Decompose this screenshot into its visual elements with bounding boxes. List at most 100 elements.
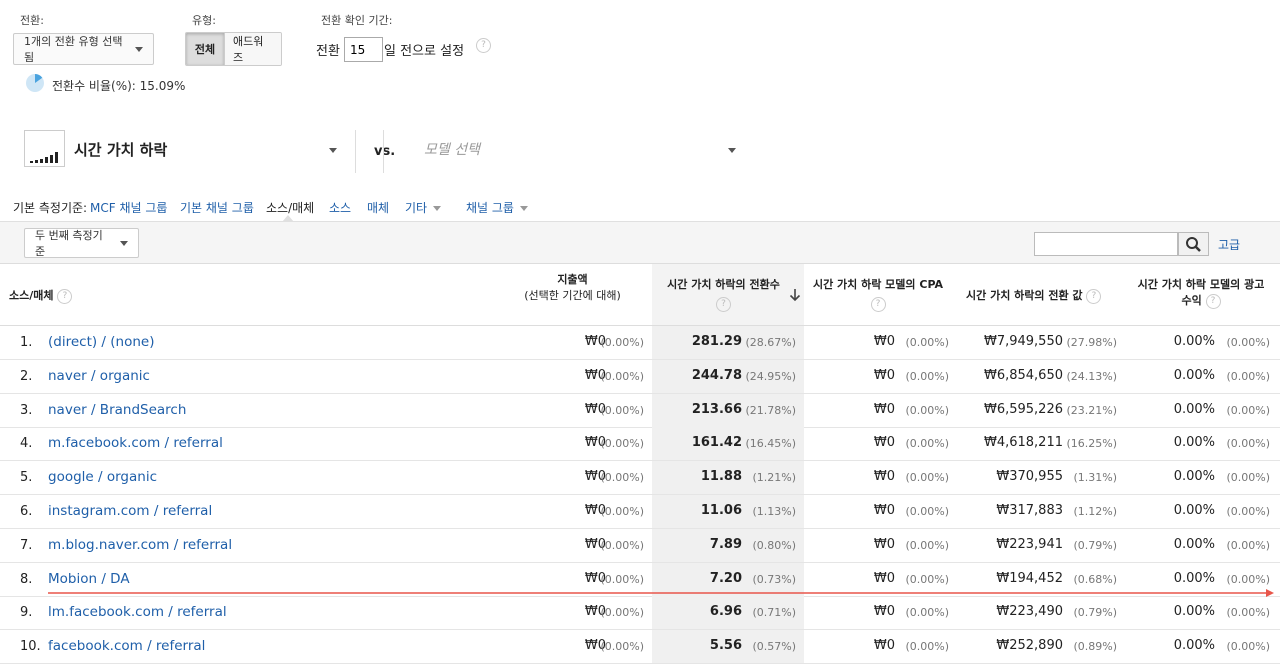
roas-value: 0.00%	[1173, 334, 1215, 349]
row-number: 10.	[20, 639, 41, 655]
conversion-value: ₩194,452	[996, 570, 1063, 586]
spend-percent: (0.00%)	[600, 640, 644, 654]
cpa-value: ₩0	[873, 503, 895, 518]
tab-medium[interactable]: 매체	[367, 199, 389, 216]
conversion-value-percent: (16.25%)	[1066, 437, 1117, 451]
spend-percent: (0.00%)	[600, 538, 644, 552]
model-compare-placeholder[interactable]: 모델 선택	[424, 139, 480, 159]
chevron-down-icon	[433, 206, 442, 211]
table-row: 9. lm.facebook.com / referral ₩0 (0.00%) 6.9…	[0, 596, 1280, 631]
conversion-label: 전환:	[20, 14, 44, 27]
conversions-value: 7.89	[709, 536, 742, 552]
tab-channel-group[interactable]: 채널 그룹	[466, 199, 528, 216]
conversion-value-percent: (1.12%)	[1073, 505, 1117, 518]
col-conversion-value-label: 시간 가치 하락의 전환 값	[966, 289, 1083, 302]
tab-default-channel-group[interactable]: 기본 채널 그룹	[180, 199, 254, 216]
type-adwords-button[interactable]: 애드워즈	[224, 33, 281, 65]
roas-percent: (0.00%)	[1226, 538, 1270, 552]
roas-percent: (0.00%)	[1226, 437, 1270, 451]
col-cpa[interactable]: 시간 가치 하락 모델의 CPA?	[808, 277, 948, 312]
source-medium-link[interactable]: lm.facebook.com / referral	[48, 604, 227, 620]
cpa-value: ₩0	[873, 536, 895, 552]
conversions-value: 6.96	[709, 604, 742, 620]
source-medium-link[interactable]: facebook.com / referral	[48, 638, 205, 654]
lookback-suffix: 일 전으로 설정	[384, 44, 465, 59]
tab-source-medium[interactable]: 소스/매체	[266, 199, 314, 216]
table-row: 10. facebook.com / referral ₩0 (0.00%) 5.56 (…	[0, 630, 1280, 665]
row-number: 6.	[20, 504, 33, 519]
conversion-ratio-text: 전환수 비율(%): 15.09%	[52, 79, 186, 93]
roas-value: 0.00%	[1173, 503, 1215, 518]
roas-value: 0.00%	[1173, 435, 1215, 451]
col-roas[interactable]: 시간 가치 하락 모델의 광고 수익 ?	[1132, 277, 1270, 309]
help-icon[interactable]: ?	[870, 296, 886, 312]
compare-dropdown-icon[interactable]	[728, 148, 736, 153]
conversion-value-percent: (27.98%)	[1066, 336, 1117, 349]
tab-other[interactable]: 기타	[405, 199, 442, 216]
source-medium-link[interactable]: m.blog.naver.com / referral	[48, 537, 232, 553]
col-conversions[interactable]: 시간 가치 하락의 전환수?	[656, 277, 791, 312]
source-medium-link[interactable]: (direct) / (none)	[48, 334, 154, 350]
table-row: 4. m.facebook.com / referral ₩0 (0.00%) 161.…	[0, 427, 1280, 462]
col-cpa-label: 시간 가치 하락 모델의 CPA	[812, 278, 944, 291]
conversions-value: 161.42	[691, 435, 742, 451]
row-number: 1.	[20, 335, 33, 350]
table-search-input[interactable]	[1034, 232, 1178, 256]
source-medium-link[interactable]: google / organic	[48, 469, 157, 485]
spend-percent: (0.00%)	[600, 369, 644, 383]
lookback-help-icon[interactable]: ?	[476, 38, 491, 53]
source-medium-link[interactable]: naver / BrandSearch	[48, 402, 186, 418]
spend-percent: (0.00%)	[600, 572, 644, 586]
tab-mcf-channel-group[interactable]: MCF 채널 그룹	[90, 199, 167, 216]
conversion-value-percent: (23.21%)	[1066, 403, 1117, 417]
help-icon[interactable]: ?	[716, 296, 731, 312]
conversions-value: 213.66	[691, 401, 742, 417]
sort-descending-icon[interactable]	[789, 288, 801, 302]
help-icon[interactable]: ?	[57, 288, 73, 304]
table-header: 소스/매체 ? 지출액 (선택한 기간에 대해) 시간 가치 하락의 전환수? 시…	[0, 263, 1280, 326]
col-source-medium[interactable]: 소스/매체 ?	[9, 288, 73, 304]
table-row: 7. m.blog.naver.com / referral ₩0 (0.00%) 7.…	[0, 528, 1280, 563]
col-spend[interactable]: 지출액 (선택한 기간에 대해)	[500, 272, 645, 304]
conversions-percent: (1.21%)	[752, 471, 796, 485]
conversions-percent: (24.95%)	[745, 369, 796, 383]
pie-chart-icon	[26, 74, 44, 92]
source-medium-link[interactable]: naver / organic	[48, 368, 150, 384]
model-selected-name[interactable]: 시간 가치 하락	[74, 139, 167, 160]
cpa-value: ₩0	[873, 638, 895, 654]
source-medium-link[interactable]: m.facebook.com / referral	[48, 435, 223, 451]
spend-percent: (0.00%)	[600, 437, 644, 451]
type-all-button[interactable]: 전체	[186, 33, 224, 65]
secondary-dimension-select[interactable]: 두 번째 측정기준	[24, 228, 139, 258]
cpa-value: ₩0	[873, 469, 895, 485]
help-icon[interactable]: ?	[1205, 293, 1221, 309]
conversions-percent: (1.13%)	[752, 505, 796, 518]
cpa-value: ₩0	[873, 401, 895, 417]
conversion-type-select-text: 1개의 전환 유형 선택됨	[24, 35, 123, 64]
conversion-type-select[interactable]: 1개의 전환 유형 선택됨	[13, 33, 154, 65]
roas-percent: (0.00%)	[1226, 369, 1270, 383]
model-dropdown-icon[interactable]	[329, 148, 337, 153]
tab-source[interactable]: 소스	[329, 199, 351, 216]
lookback-days-input[interactable]	[344, 37, 383, 62]
roas-value: 0.00%	[1173, 638, 1215, 654]
source-medium-link[interactable]: Mobion / DA	[48, 571, 130, 587]
table-row: 1. (direct) / (none) ₩0 (0.00%) 281.29 (28.67…	[0, 326, 1280, 360]
cpa-value: ₩0	[873, 570, 895, 586]
cpa-percent: (0.00%)	[905, 505, 949, 518]
search-button[interactable]	[1178, 232, 1209, 256]
roas-percent: (0.00%)	[1226, 606, 1270, 620]
conversion-value: ₩317,883	[996, 503, 1063, 518]
conversions-percent: (0.71%)	[752, 606, 796, 620]
source-medium-link[interactable]: instagram.com / referral	[48, 503, 212, 519]
conversion-value-percent: (0.79%)	[1073, 538, 1117, 552]
spend-percent: (0.00%)	[600, 403, 644, 417]
advanced-filter-link[interactable]: 고급	[1218, 236, 1240, 253]
conversion-value: ₩4,618,211	[983, 435, 1063, 451]
search-icon	[1186, 237, 1201, 252]
lookback-prefix: 전환	[316, 44, 340, 59]
col-conversion-value[interactable]: 시간 가치 하락의 전환 값 ?	[966, 288, 1102, 304]
annotation-arrow	[48, 589, 1274, 597]
help-icon[interactable]: ?	[1086, 288, 1102, 304]
type-segmented-control: 전체 애드워즈	[185, 32, 282, 66]
